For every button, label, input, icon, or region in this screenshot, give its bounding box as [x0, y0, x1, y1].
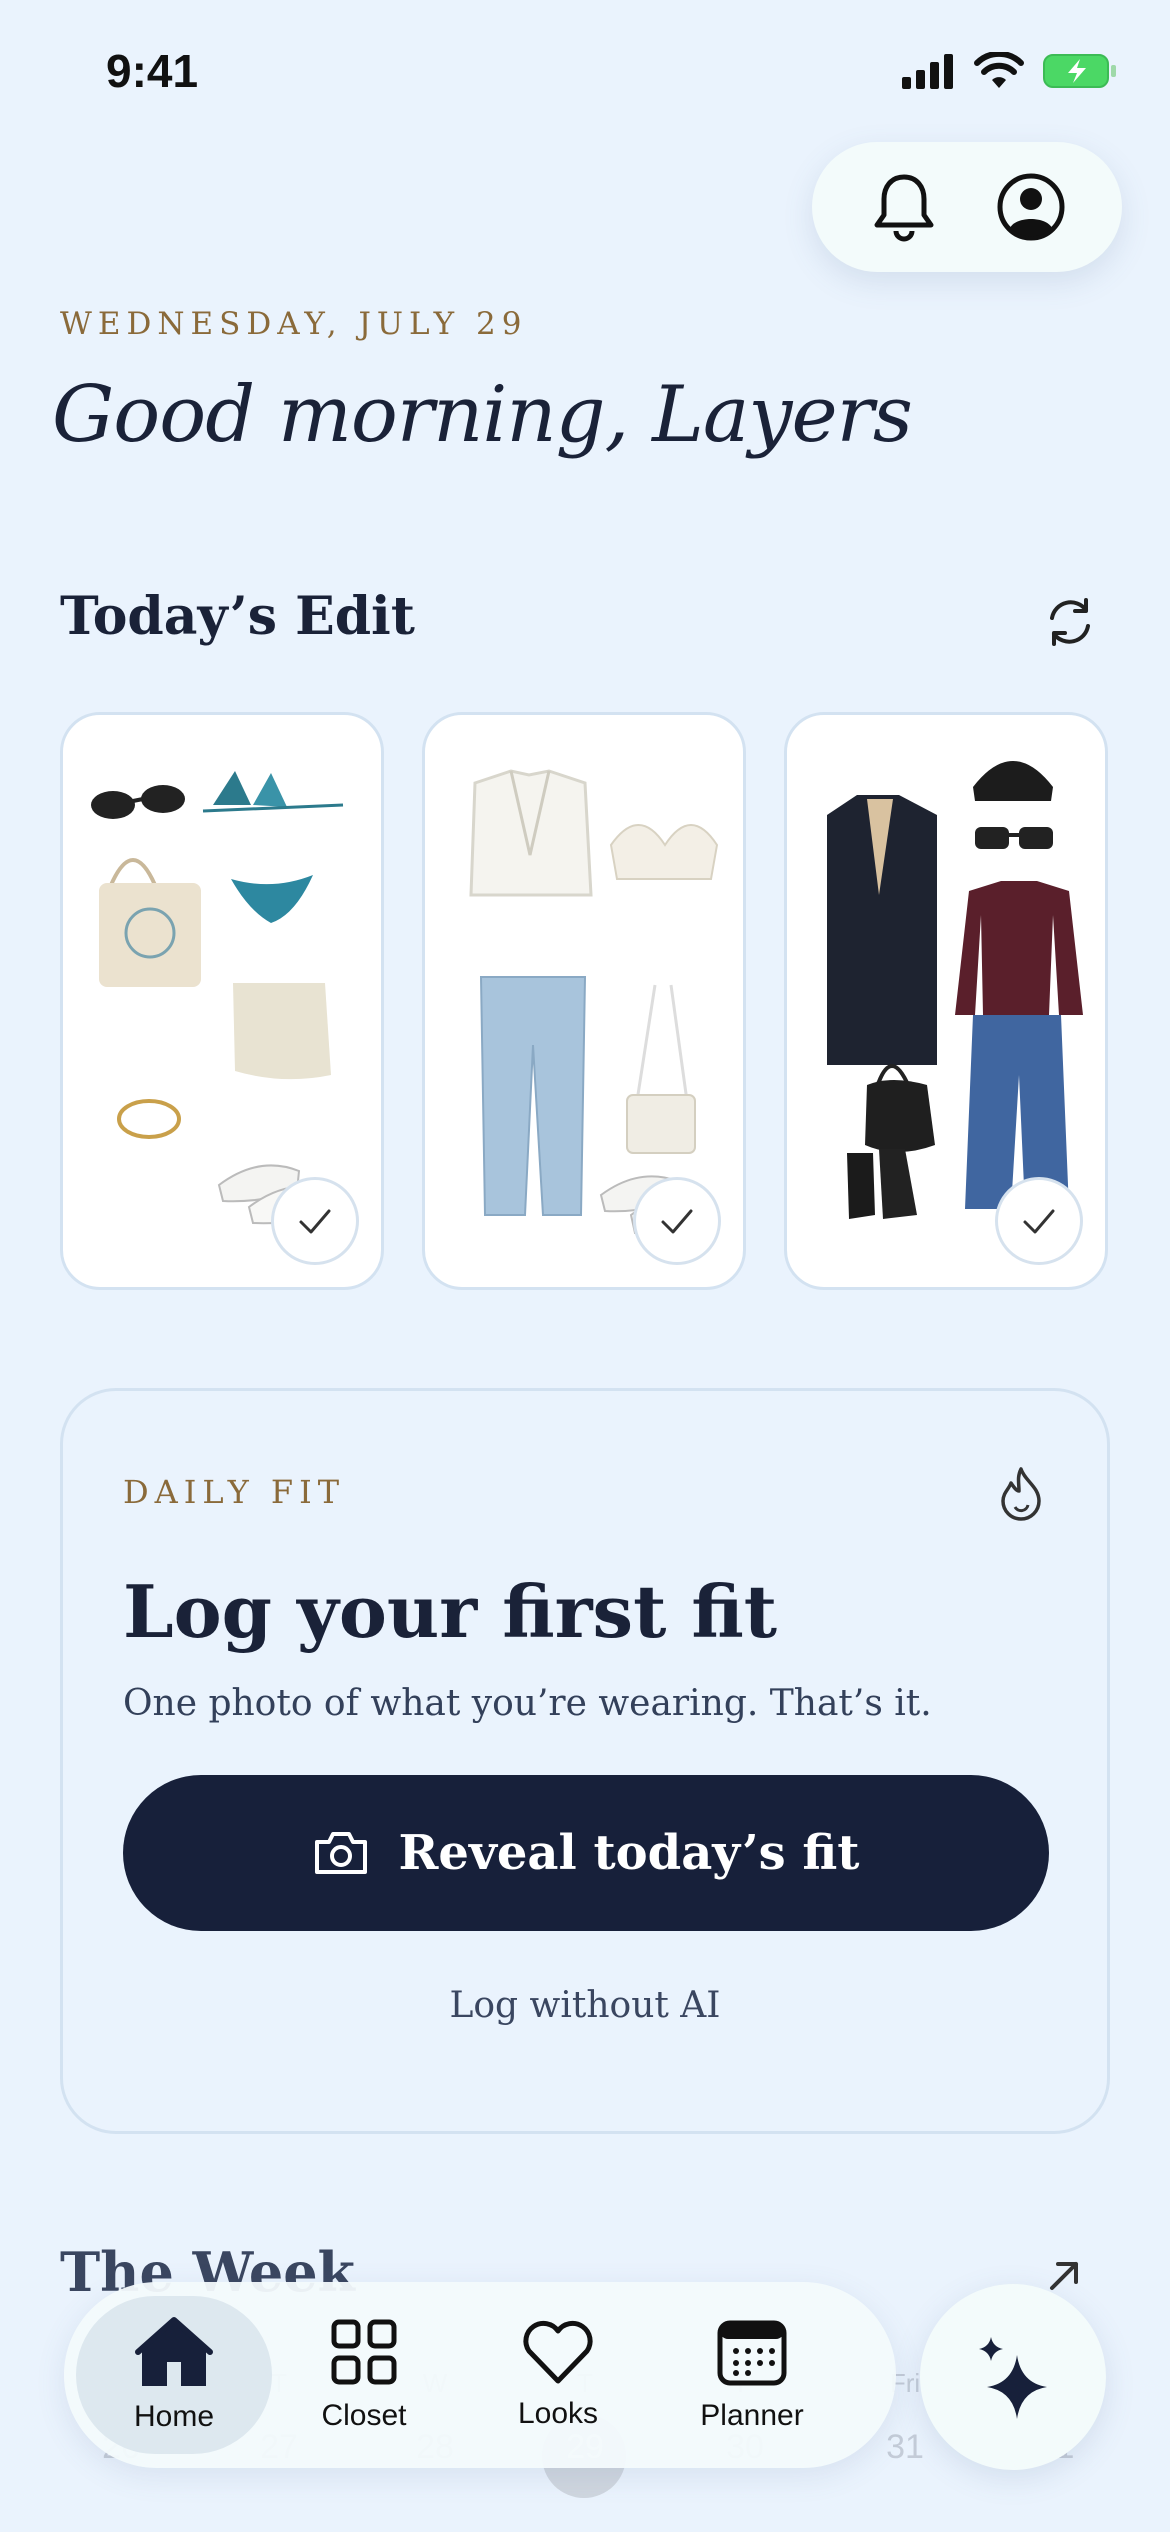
- tab-home[interactable]: Home: [76, 2296, 272, 2454]
- tab-looks[interactable]: Looks: [460, 2296, 656, 2454]
- arrow-up-right-icon: [1050, 2262, 1078, 2290]
- bralette-icon: [609, 824, 719, 880]
- outfit-card-3[interactable]: [784, 712, 1108, 1290]
- daily-fit-subtitle: One photo of what you’re wearing. That’s…: [123, 1683, 932, 1724]
- jeans-icon: [479, 976, 587, 1216]
- check-icon: [661, 1209, 693, 1234]
- anklet-icon: [117, 1099, 181, 1139]
- wrap-skirt-icon: [233, 983, 331, 1080]
- user-circle-icon: [997, 173, 1064, 241]
- blazer-icon: [469, 769, 593, 897]
- select-outfit-2-button[interactable]: [633, 1177, 721, 1265]
- profile-button[interactable]: [991, 167, 1071, 247]
- status-time: 9:41: [106, 45, 199, 97]
- sunglasses-icon: [91, 785, 185, 819]
- daily-fit-card: DAILY FIT Log your first fit One photo o…: [60, 1388, 1110, 2134]
- quilted-bag-icon: [865, 1064, 935, 1152]
- status-bar: 9:41: [0, 0, 1170, 140]
- calendar-icon: [717, 2320, 787, 2386]
- daily-fit-title: Log your first fit: [123, 1569, 778, 1654]
- bikini-top-icon: [202, 771, 344, 813]
- tab-planner[interactable]: Planner: [654, 2296, 850, 2454]
- date-label: WEDNESDAY, JULY 29: [60, 306, 528, 342]
- battery-icon: [1043, 54, 1116, 88]
- tab-label: Home: [133, 2400, 215, 2433]
- tab-label: Closet: [321, 2399, 407, 2432]
- tab-bar: Home Closet Looks Planner: [64, 2282, 896, 2468]
- outfit-carousel: [60, 712, 1110, 1292]
- sweater-icon: [955, 881, 1083, 1015]
- grid-icon: [331, 2319, 397, 2385]
- top-actions: [812, 142, 1122, 272]
- greeting-title: Good morning, Layers: [52, 370, 913, 460]
- reveal-fit-label: Reveal today’s fit: [398, 1825, 860, 1881]
- ankle-boots-icon: [847, 1149, 917, 1219]
- camera-icon: [314, 1832, 367, 1874]
- tab-label: Planner: [700, 2399, 804, 2432]
- select-outfit-1-button[interactable]: [271, 1177, 359, 1265]
- heart-icon: [523, 2320, 593, 2384]
- reveal-fit-button[interactable]: Reveal today’s fit: [123, 1775, 1049, 1931]
- week-expand-button[interactable]: [1044, 2256, 1084, 2296]
- check-icon: [1023, 1209, 1055, 1234]
- refresh-button[interactable]: [1040, 592, 1100, 652]
- bikini-bottom-icon: [231, 875, 313, 923]
- signal-icon: [902, 54, 953, 89]
- home-icon: [135, 2317, 213, 2386]
- tab-closet[interactable]: Closet: [266, 2296, 462, 2454]
- bell-icon: [874, 174, 933, 242]
- log-without-ai-link[interactable]: Log without AI: [63, 1985, 1107, 2026]
- status-icons: [900, 52, 1118, 90]
- flame-icon: [1001, 1467, 1041, 1521]
- shoulder-bag-icon: [626, 984, 696, 1154]
- notifications-button[interactable]: [864, 167, 944, 247]
- tab-label: Looks: [517, 2397, 599, 2430]
- tote-bag-icon: [99, 858, 201, 987]
- daily-fit-label: DAILY FIT: [123, 1473, 346, 1511]
- sparkle-icon: [979, 2337, 1047, 2419]
- outfit-card-1[interactable]: [60, 712, 384, 1290]
- todays-edit-title: Today’s Edit: [60, 586, 415, 647]
- refresh-icon: [1050, 598, 1090, 646]
- ai-assistant-button[interactable]: [920, 2284, 1106, 2470]
- sunglasses-icon: [975, 827, 1053, 849]
- select-outfit-3-button[interactable]: [995, 1177, 1083, 1265]
- outfit-card-2[interactable]: [422, 712, 746, 1290]
- check-icon: [299, 1209, 331, 1234]
- wifi-icon: [974, 52, 1024, 88]
- beanie-icon: [973, 761, 1053, 801]
